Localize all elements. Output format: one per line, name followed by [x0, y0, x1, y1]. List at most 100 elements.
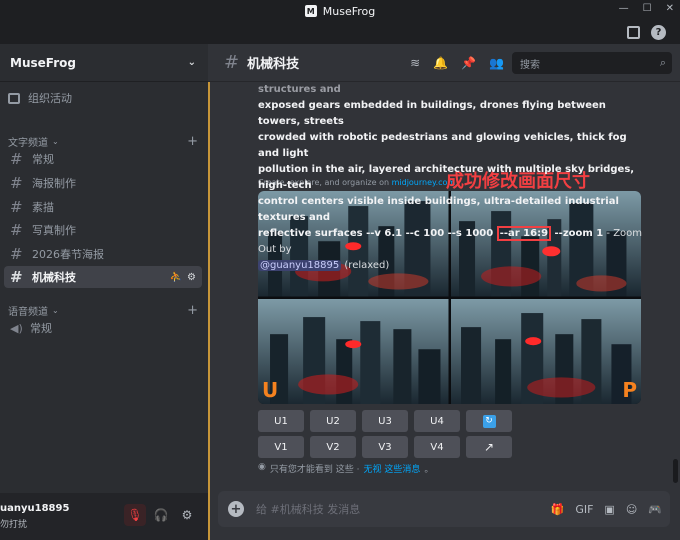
- sticker-icon[interactable]: ▣: [604, 503, 614, 516]
- add-channel-icon[interactable]: +: [187, 303, 198, 318]
- u3-button[interactable]: U3: [362, 410, 408, 432]
- relaxed-mode: (relaxed): [341, 260, 390, 271]
- message-prompt: monorails weaving through the skyline, g…: [258, 66, 643, 274]
- sidebar-channel-portrait[interactable]: # 写真制作: [4, 219, 202, 241]
- text-channel-category[interactable]: 文字频道 ⌄ +: [8, 134, 198, 149]
- channel-label: 写真制作: [32, 224, 76, 237]
- gear-icon[interactable]: ⚙: [187, 272, 196, 283]
- sidebar-voice-channel[interactable]: ◀) 常规: [4, 317, 202, 339]
- pin-icon[interactable]: 📌: [461, 56, 476, 70]
- category-label: 语音频道: [8, 307, 48, 318]
- prompt-zoom: --zoom 1: [551, 228, 604, 239]
- inbox-icon[interactable]: [627, 26, 640, 39]
- channel-label: 海报制作: [32, 177, 76, 190]
- channel-label: 常规: [30, 322, 52, 335]
- hash-icon: #: [10, 221, 23, 239]
- watermark-u: U: [262, 378, 279, 402]
- help-icon[interactable]: ?: [651, 25, 666, 40]
- channel-label: 机械科技: [32, 271, 76, 284]
- channel-label: 素描: [32, 201, 54, 214]
- chevron-down-icon: ⌄: [52, 137, 59, 146]
- dismiss-link[interactable]: 无视 这些消息: [363, 462, 420, 475]
- u1-button[interactable]: U1: [258, 410, 304, 432]
- ephemeral-notice: ◉ 只有您才能看到 这些 · 无视 这些消息 。: [258, 462, 433, 475]
- grid-image-4[interactable]: P: [450, 298, 641, 404]
- emoji-icon[interactable]: ☺: [626, 503, 637, 516]
- eye-icon: ◉: [258, 462, 266, 472]
- category-label: 文字频道: [8, 138, 48, 149]
- city-image: [450, 298, 641, 404]
- hash-icon: #: [224, 52, 240, 73]
- grid-image-3[interactable]: U: [258, 298, 449, 404]
- close-button[interactable]: ✕: [666, 3, 674, 14]
- attach-plus-icon[interactable]: +: [228, 501, 244, 517]
- prompt-line: exposed gears embedded in buildings, dro…: [258, 100, 606, 127]
- gear-icon[interactable]: ⚙: [176, 504, 198, 526]
- events-item[interactable]: 组织活动: [8, 90, 72, 106]
- server-header[interactable]: MuseFrog ⌄: [0, 44, 208, 82]
- external-link-icon: ↗: [483, 440, 495, 454]
- hash-icon: #: [10, 268, 23, 286]
- v1-button[interactable]: V1: [258, 436, 304, 458]
- open-web-button[interactable]: ↗: [466, 436, 512, 458]
- upscale-button-row: U1 U2 U3 U4 ↻: [258, 410, 512, 432]
- bell-icon[interactable]: 🔔: [433, 56, 448, 70]
- members-icon[interactable]: 👥: [489, 56, 504, 70]
- window-controls: — ☐ ✕: [619, 3, 674, 14]
- hash-icon: #: [10, 150, 23, 168]
- message-composer[interactable]: + 给 #机械科技 发消息 🎁 GIF ▣ ☺ 🎮: [218, 491, 670, 527]
- user-mention[interactable]: @guanyu18895: [258, 260, 342, 271]
- app-title: M MuseFrog: [304, 5, 375, 18]
- maximize-button[interactable]: ☐: [643, 3, 652, 14]
- game-icon[interactable]: 🎮: [648, 503, 662, 516]
- add-member-icon[interactable]: ⛹: [170, 272, 182, 283]
- user-name[interactable]: uanyu18895: [0, 503, 69, 514]
- u2-button[interactable]: U2: [310, 410, 356, 432]
- sidebar-channel-spring-festival[interactable]: # 2026春节海报: [4, 243, 202, 265]
- voice-channel-category[interactable]: 语音频道 ⌄ +: [8, 303, 198, 318]
- ephemeral-end: 。: [424, 465, 434, 475]
- gift-icon[interactable]: 🎁: [551, 503, 565, 516]
- aspect-ratio-highlight: --ar 16:9: [496, 226, 552, 241]
- channel-sidebar: [0, 44, 208, 540]
- prompt-line: pollution in the air, layered architectu…: [258, 164, 635, 191]
- app-logo-icon: M: [304, 5, 317, 17]
- chevron-down-icon: ⌄: [52, 306, 59, 315]
- speaker-icon: ◀): [10, 321, 23, 335]
- v3-button[interactable]: V3: [362, 436, 408, 458]
- sidebar-channel-poster[interactable]: # 海报制作: [4, 172, 202, 194]
- hash-icon: #: [10, 198, 23, 216]
- variation-button-row: V1 V2 V3 V4 ↗: [258, 436, 512, 458]
- calendar-icon: [8, 92, 20, 104]
- composer-icons: 🎁 GIF ▣ ☺ 🎮: [551, 503, 662, 516]
- message-input[interactable]: 给 #机械科技 发消息: [256, 501, 360, 517]
- sidebar-channel-mechanical-tech[interactable]: # 机械科技 ⛹ ⚙: [4, 266, 202, 288]
- scrollbar-thumb[interactable]: [673, 459, 678, 483]
- reroll-button[interactable]: ↻: [466, 410, 512, 432]
- reroll-icon: ↻: [482, 414, 496, 428]
- headphones-icon[interactable]: 🎧: [150, 504, 172, 526]
- sidebar-channel-changgui[interactable]: # 常规: [4, 148, 202, 170]
- top-strip: ?: [0, 22, 680, 44]
- search-input[interactable]: 搜索 ⌕: [512, 52, 672, 74]
- city-image: [258, 298, 449, 404]
- channel-label: 常规: [32, 153, 54, 166]
- minimize-button[interactable]: —: [619, 3, 629, 14]
- microphone-muted-icon[interactable]: 🎙: [124, 504, 146, 526]
- u4-button[interactable]: U4: [414, 410, 460, 432]
- gif-icon[interactable]: GIF: [575, 503, 593, 516]
- channel-title: 机械科技: [247, 57, 300, 72]
- v2-button[interactable]: V2: [310, 436, 356, 458]
- sidebar-channel-sketch[interactable]: # 素描: [4, 196, 202, 218]
- divider-line: [208, 44, 210, 540]
- threads-icon[interactable]: ≋: [410, 56, 420, 70]
- v4-button[interactable]: V4: [414, 436, 460, 458]
- prompt-line: control centers visible inside buildings…: [258, 196, 619, 223]
- hash-icon: #: [10, 174, 23, 192]
- ephemeral-text: 只有您才能看到 这些 ·: [269, 465, 360, 475]
- channel-tools: ⛹ ⚙: [170, 272, 196, 283]
- add-channel-icon[interactable]: +: [187, 134, 198, 149]
- server-name: MuseFrog: [10, 55, 76, 70]
- prompt-line: reflective surfaces --v 6.1 --c 100 --s …: [258, 226, 643, 258]
- events-label: 组织活动: [28, 92, 72, 105]
